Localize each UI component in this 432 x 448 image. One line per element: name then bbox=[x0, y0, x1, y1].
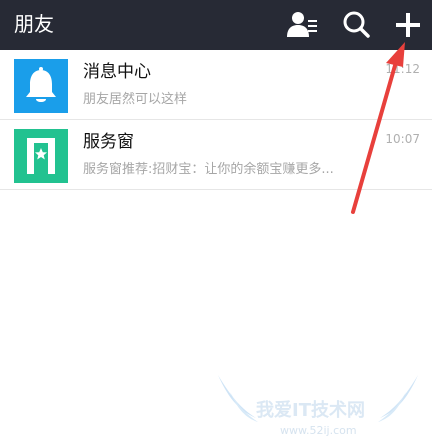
search-button[interactable] bbox=[340, 9, 372, 41]
site-watermark: 我爱IT技术网 www.52ij.com bbox=[208, 370, 428, 444]
list-item-service-window[interactable]: 服务窗 服务窗推荐:招财宝：让你的余额宝赚更多... 10:07 bbox=[0, 120, 432, 190]
avatar bbox=[14, 59, 68, 113]
item-title: 消息中心 bbox=[83, 62, 151, 82]
item-title: 服务窗 bbox=[83, 132, 134, 152]
contacts-icon bbox=[287, 12, 317, 37]
conversation-list: 消息中心 朋友居然可以这样 11:12 服务窗 服务窗推荐:招财宝：让你的余额宝… bbox=[0, 50, 432, 190]
add-button[interactable] bbox=[392, 9, 424, 41]
watermark-url: www.52ij.com bbox=[280, 424, 357, 437]
item-time: 10:07 bbox=[385, 132, 420, 146]
bell-icon bbox=[14, 59, 68, 113]
watermark-brand: 我爱IT技术网 bbox=[256, 400, 365, 421]
bookmark-star-icon bbox=[14, 129, 68, 183]
top-bar: 朋友 bbox=[0, 0, 432, 50]
item-subtitle: 服务窗推荐:招财宝：让你的余额宝赚更多... bbox=[83, 162, 334, 177]
plus-icon bbox=[396, 13, 420, 37]
page-title: 朋友 bbox=[14, 12, 54, 36]
search-icon bbox=[343, 11, 370, 38]
friends-screen: 朋友 消息中心 朋友居然可以这样 11:12 服务窗 服务窗推荐:招财宝：让你的… bbox=[0, 0, 432, 448]
contacts-button[interactable] bbox=[286, 9, 318, 41]
item-time: 11:12 bbox=[385, 62, 420, 76]
list-item-message-center[interactable]: 消息中心 朋友居然可以这样 11:12 bbox=[0, 50, 432, 120]
item-subtitle: 朋友居然可以这样 bbox=[83, 92, 188, 107]
avatar bbox=[14, 129, 68, 183]
wings-logo-icon bbox=[218, 375, 418, 422]
